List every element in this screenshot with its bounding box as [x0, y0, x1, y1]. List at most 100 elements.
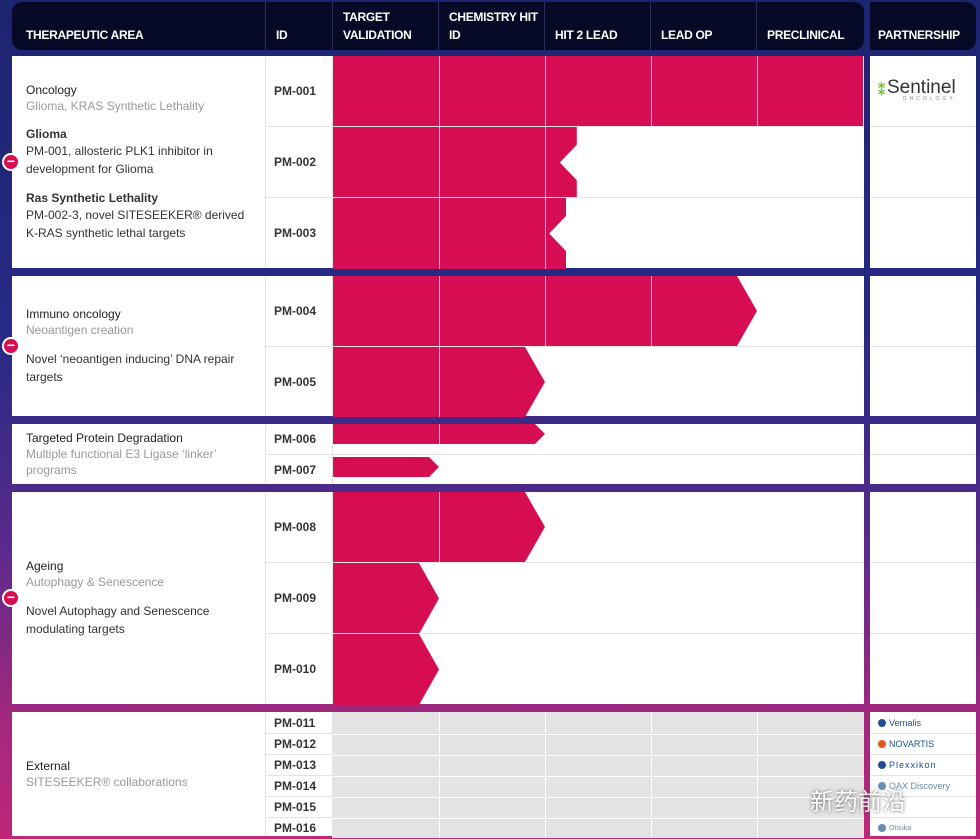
header-stage: PRECLINICAL [767, 28, 845, 42]
therapeutic-area-cell: External SITESEEKER® collaborations [12, 712, 266, 836]
header-partnership: PARTNERSHIP [878, 28, 960, 42]
partner-cell: ⁑ Sentinel ONCOLOGY [870, 56, 976, 126]
partner-cell [870, 492, 976, 562]
table-row: PM-003 [266, 197, 864, 269]
therapeutic-area-cell: Ageing Autophagy & Senescence Novel Autoph… [12, 492, 266, 704]
table-row: PM-007 [266, 454, 864, 484]
table-row: PM-004 [266, 276, 864, 346]
collapse-icon[interactable]: − [2, 589, 20, 607]
stage-divider [757, 819, 758, 838]
progress-bar [333, 127, 577, 198]
area-subtitle: Autophagy & Senescence [26, 575, 165, 589]
progress-bar [333, 424, 545, 444]
area-subtitle: Neoantigen creation [26, 323, 134, 337]
group-immuno-oncology: Immuno oncology Neoantigen creation Novel … [2, 276, 864, 417]
header-therapeutic-area: THERAPEUTIC AREA [12, 2, 266, 50]
area-subtitle: SITESEEKER® collaborations [26, 775, 188, 789]
detail-text: PM-001, allosteric PLK1 inhibitor in dev… [26, 144, 213, 176]
table-row: PM-015 [266, 796, 864, 817]
group-external: External SITESEEKER® collaborations PM-011… [12, 712, 864, 838]
table-row: PM-013 [266, 754, 864, 775]
progress-bar [333, 198, 567, 269]
program-id: PM-004 [266, 276, 333, 346]
partnership-column: ⁑ Sentinel ONCOLOGY [870, 56, 976, 268]
progress-bar [333, 56, 863, 126]
table-row: PM-001 [266, 56, 864, 126]
area-subtitle: Glioma, KRAS Synthetic Lethality [26, 99, 205, 113]
detail-title: Glioma [26, 127, 67, 141]
partner-name: NOVARTIS [889, 739, 935, 749]
progress-bar [333, 563, 439, 634]
partner-cell: Plexxikon [870, 754, 976, 775]
partner-name: Vernalis [889, 717, 922, 728]
stage-divider [651, 276, 652, 346]
detail-text: Novel Autophagy and Senescence modulatin… [26, 604, 210, 636]
table-row: PM-011 [266, 712, 864, 733]
stage-divider [651, 735, 652, 754]
stage-divider [545, 198, 546, 269]
empty-stage-cells [333, 818, 864, 838]
partner-cell [870, 633, 976, 704]
program-id: PM-010 [266, 634, 333, 704]
partner-logo-icon [878, 761, 886, 769]
area-title: External [26, 759, 71, 773]
table-row: PM-005 [266, 346, 864, 417]
partner-logo-icon [878, 824, 886, 832]
program-id: PM-007 [266, 455, 333, 484]
table-row: PM-006 [266, 424, 864, 454]
program-id: PM-008 [266, 492, 333, 562]
header-id: ID [266, 2, 333, 50]
stage-divider [651, 756, 652, 775]
stage-divider [651, 56, 652, 126]
stage-divider [651, 798, 652, 817]
therapeutic-area-cell: Targeted Protein Degradation Multiple fun… [12, 424, 266, 484]
stage-divider [545, 712, 546, 733]
stage-divider [439, 712, 440, 733]
table-row: PM-009 [266, 562, 864, 634]
program-id: PM-014 [266, 776, 333, 796]
partner-cell [870, 454, 976, 484]
area-subtitle: Multiple functional E3 Ligase ‘linker’ p… [26, 447, 217, 477]
stage-divider [439, 756, 440, 775]
stage-divider [439, 198, 440, 269]
partner-cell [870, 346, 976, 416]
stage-divider [439, 798, 440, 817]
partner-cell [870, 562, 976, 633]
stage-divider [439, 276, 440, 346]
empty-stage-cells [333, 734, 864, 754]
progress-bar [333, 634, 439, 705]
partnership-column [870, 424, 976, 484]
partnership-column [870, 492, 976, 704]
detail-text: Novel ‘neoantigen inducing’ DNA repair t… [26, 352, 235, 384]
stage-divider [757, 756, 758, 775]
partnership-column [870, 276, 976, 416]
collapse-icon[interactable]: − [2, 153, 20, 171]
partner-cell: NOVARTIS [870, 733, 976, 754]
program-id: PM-015 [266, 797, 333, 817]
area-title: Ageing [26, 559, 64, 573]
table-row: PM-014 [266, 775, 864, 796]
stage-divider [439, 819, 440, 838]
table-row: PM-002 [266, 126, 864, 198]
partner-name: Sentinel [887, 77, 956, 98]
stage-divider [545, 735, 546, 754]
program-id: PM-011 [266, 712, 333, 733]
progress-bar [333, 276, 757, 346]
area-title: Targeted Protein Degradation [26, 431, 183, 445]
progress-bar [333, 492, 545, 562]
program-id: PM-016 [266, 818, 333, 838]
stage-divider [439, 492, 440, 562]
program-id: PM-013 [266, 755, 333, 775]
progress-bar [333, 347, 545, 417]
table-row: PM-012 [266, 733, 864, 754]
stage-divider [757, 712, 758, 733]
collapse-icon[interactable]: − [2, 337, 20, 355]
stage-divider [439, 56, 440, 126]
stage-divider [545, 777, 546, 796]
stage-divider [757, 777, 758, 796]
partner-cell [870, 276, 976, 346]
partner-logo-icon [878, 740, 886, 748]
stage-divider [545, 127, 546, 198]
table-row: PM-008 [266, 492, 864, 562]
group-targeted-protein-degradation: Targeted Protein Degradation Multiple fun… [12, 424, 864, 484]
